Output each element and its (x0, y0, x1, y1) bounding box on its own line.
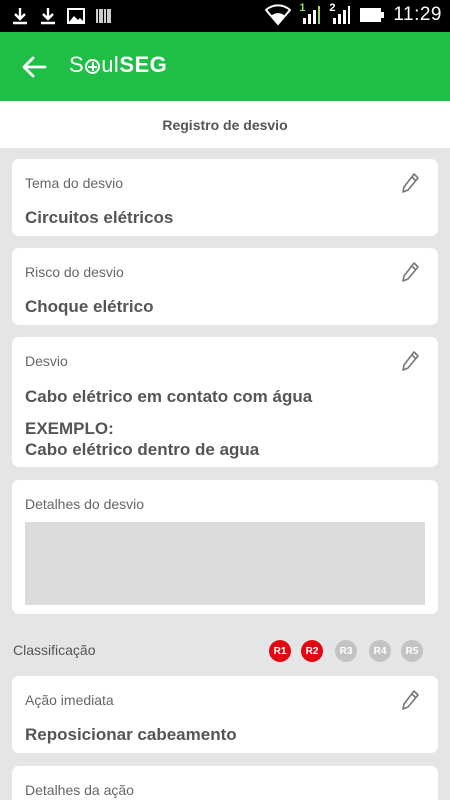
wifi-icon (265, 4, 292, 26)
status-bar: 1 2 11:29 (0, 0, 450, 32)
signal-sim1-icon: 1 (299, 2, 321, 26)
detalhes-textarea[interactable] (25, 522, 425, 605)
acao-value: Reposicionar cabeamento (25, 725, 237, 744)
risco-label: Risco do desvio (25, 264, 124, 280)
system-icons: 1 2 11:29 (265, 2, 442, 26)
classification-row: Classificação R1 R2 R3 R4 R5 (0, 638, 450, 664)
risk-badge-r3[interactable]: R3 (335, 640, 357, 662)
risk-badge-r1[interactable]: R1 (269, 640, 291, 662)
tema-label: Tema do desvio (25, 175, 124, 191)
back-arrow-icon[interactable] (20, 53, 48, 81)
acao-card[interactable]: Ação imediata Reposicionar cabeamento (12, 676, 438, 753)
tema-card[interactable]: Tema do desvio Circuitos elétricos (12, 159, 438, 236)
image-icon (67, 8, 85, 24)
barcode-icon (96, 9, 111, 23)
desvio-value: Cabo elétrico em contato com água (25, 387, 313, 406)
download-icon (41, 8, 55, 25)
classification-label: Classificação (13, 642, 96, 658)
risco-card[interactable]: Risco do desvio Choque elétrico (12, 248, 438, 325)
edit-pencil-icon[interactable] (400, 350, 420, 372)
detalhes-acao-label: Detalhes da ação (25, 782, 134, 798)
detalhes-acao-card: Detalhes da ação (12, 766, 438, 800)
edit-pencil-icon[interactable] (400, 172, 420, 194)
risk-badge-r4[interactable]: R4 (369, 640, 391, 662)
signal-sim2-icon: 2 (329, 2, 351, 26)
tema-value: Circuitos elétricos (25, 208, 174, 227)
detalhes-card: Detalhes do desvio (12, 480, 438, 614)
download-icon (13, 8, 27, 25)
acao-label: Ação imediata (25, 692, 114, 708)
clock: 11:29 (393, 4, 442, 25)
detalhes-label: Detalhes do desvio (25, 496, 145, 512)
desvio-label: Desvio (25, 353, 68, 369)
desvio-card[interactable]: Desvio Cabo elétrico em contato com água… (12, 337, 438, 467)
logo-plus-icon (85, 58, 101, 74)
page-title: Registro de desvio (0, 101, 450, 148)
edit-pencil-icon[interactable] (400, 689, 420, 711)
notification-icons (10, 6, 114, 26)
edit-pencil-icon[interactable] (400, 261, 420, 283)
battery-icon (360, 8, 385, 22)
risk-badge-r5[interactable]: R5 (401, 640, 423, 662)
app-logo: S ul SEG (69, 52, 168, 77)
risk-badge-r2[interactable]: R2 (301, 640, 323, 662)
desvio-example-value: Cabo elétrico dentro de agua (25, 440, 260, 459)
risco-value: Choque elétrico (25, 297, 154, 316)
app-bar: S ul SEG (0, 32, 450, 101)
